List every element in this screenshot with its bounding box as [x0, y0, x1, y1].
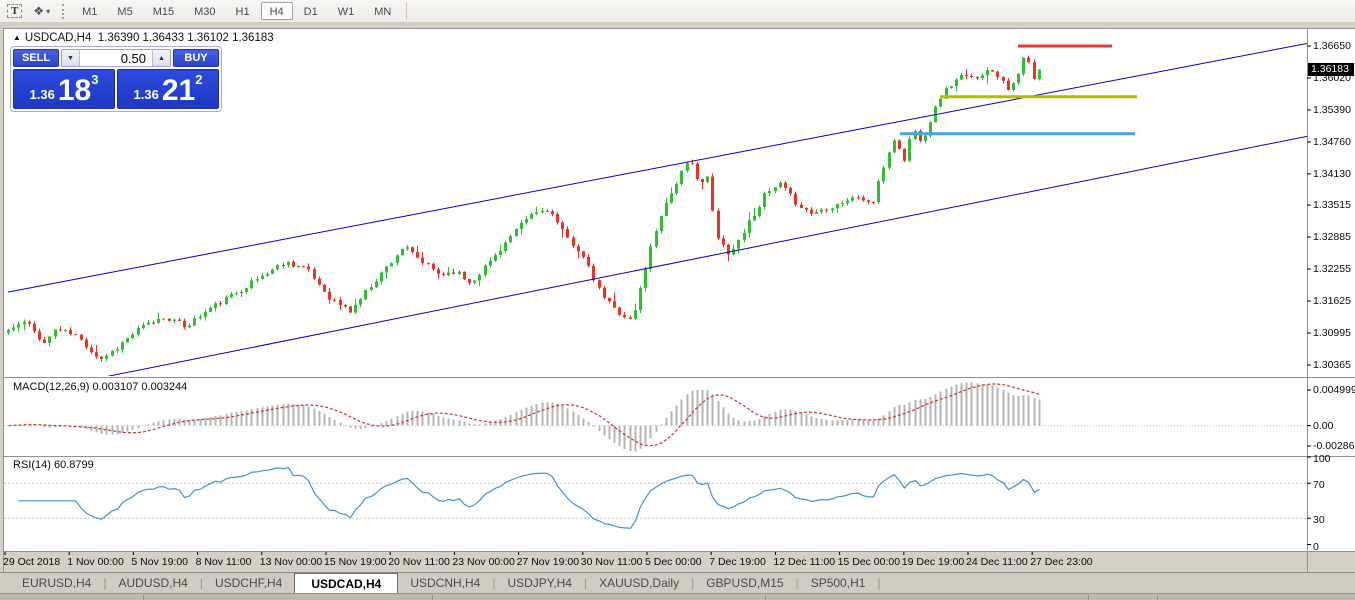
symbol-title: USDCAD,H4	[24, 32, 92, 44]
tab-eurusd-h4[interactable]: EURUSD,H4	[10, 573, 103, 593]
tab-usdcad-h4[interactable]: USDCAD,H4	[294, 573, 399, 593]
sell-price-prefix: 1.36	[29, 87, 55, 102]
status-divider	[765, 595, 766, 600]
tab-usdjpy-h4[interactable]: USDJPY,H4	[495, 573, 583, 593]
text-tool-icon: T	[7, 4, 23, 18]
status-divider	[432, 595, 433, 600]
chart-header: ▲ USDCAD,H4 1.36390 1.36433 1.36102 1.361…	[13, 32, 274, 44]
rsi-indicator-label: RSI(14) 60.8799	[13, 459, 94, 471]
volume-increase-button[interactable]: ▲	[152, 50, 170, 66]
sell-price-display[interactable]: 1.36 18 3	[13, 69, 115, 109]
arrange-icon: ❖	[33, 4, 45, 18]
top-toolbar: T ❖ ▾ M1 M5 M15 M30 H1 H4 D1 W1 MN	[0, 0, 1355, 23]
arrange-tool-button[interactable]: ❖ ▾	[29, 2, 54, 21]
tab-xauusd-daily[interactable]: XAUUSD,Daily	[587, 573, 691, 593]
one-click-trading-panel: SELL ▼ 0.50 ▲ BUY 1.36 18 3 1.36 21 2	[10, 46, 222, 112]
timeframe-m1-button[interactable]: M1	[73, 2, 106, 20]
timeframe-d1-button[interactable]: D1	[295, 2, 327, 20]
sell-button[interactable]: SELL	[13, 49, 59, 67]
timeframe-h1-button[interactable]: H1	[227, 2, 259, 20]
buy-price-big: 21	[161, 74, 196, 107]
timeframe-m30-button[interactable]: M30	[185, 2, 224, 20]
timeframe-toolbar: M1 M5 M15 M30 H1 H4 D1 W1 MN	[72, 2, 401, 20]
toolbar-separator	[406, 2, 408, 20]
tab-gbpusd-m15[interactable]: GBPUSD,M15	[694, 573, 795, 593]
collapse-arrow-icon[interactable]: ▲	[13, 33, 21, 42]
volume-stepper: ▼ 0.50 ▲	[61, 49, 171, 67]
buy-price-display[interactable]: 1.36 21 2	[117, 69, 219, 109]
toolbar-grip[interactable]	[62, 3, 66, 19]
timeframe-h4-button[interactable]: H4	[260, 2, 293, 20]
tab-audusd-h4[interactable]: AUDUSD,H4	[106, 573, 199, 593]
sell-price-big: 18	[57, 74, 92, 107]
status-divider	[143, 595, 144, 600]
sell-price-sup: 3	[91, 72, 99, 87]
timeframe-w1-button[interactable]: W1	[329, 2, 364, 20]
tab-separator: |	[877, 576, 881, 590]
volume-decrease-button[interactable]: ▼	[62, 50, 80, 66]
buy-button[interactable]: BUY	[173, 49, 219, 67]
text-tool-button[interactable]: T	[3, 2, 26, 21]
status-strip	[0, 593, 1355, 600]
volume-input[interactable]: 0.50	[80, 50, 152, 66]
buy-price-sup: 2	[195, 72, 203, 87]
timeframe-mn-button[interactable]: MN	[365, 2, 400, 20]
timeframe-m15-button[interactable]: M15	[144, 2, 183, 20]
buy-price-prefix: 1.36	[133, 87, 159, 102]
time-axis-area	[3, 552, 1355, 572]
timeframe-m5-button[interactable]: M5	[108, 2, 141, 20]
macd-indicator-label: MACD(12,26,9) 0.003107 0.003244	[13, 381, 188, 393]
ohlc-values: 1.36390 1.36433 1.36102 1.36183	[97, 32, 274, 44]
tab-usdcnh-h4[interactable]: USDCNH,H4	[398, 573, 492, 593]
symbol-tab-bar: EURUSD,H4 | AUDUSD,H4 | USDCHF,H4 USDCAD,H4 US…	[0, 572, 1355, 593]
status-divider	[1088, 595, 1089, 600]
tab-usdchf-h4[interactable]: USDCHF,H4	[203, 573, 294, 593]
chevron-down-icon: ▾	[46, 6, 51, 16]
status-divider	[1157, 595, 1158, 600]
tab-sp500-h1[interactable]: SP500,H1	[799, 573, 878, 593]
